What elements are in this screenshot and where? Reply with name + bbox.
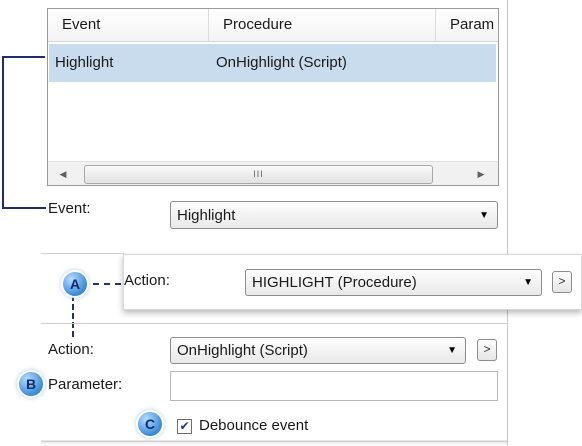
parameter-input[interactable] [170, 371, 498, 401]
action-callout-overlay: HIGHLIGHT (Procedure) ▼ > [123, 254, 582, 310]
dropdown-arrow-icon: ▼ [523, 277, 533, 288]
table-row[interactable]: Highlight OnHighlight (Script) [49, 44, 496, 82]
row-event-cell: Highlight [55, 54, 114, 71]
callout-a-leader-vertical [72, 295, 74, 337]
callout-a-leader-horizontal [93, 283, 121, 285]
callout-action-more-button[interactable]: > [552, 271, 572, 293]
checkmark-icon: ✔ [179, 419, 190, 433]
dropdown-arrow-icon: ▼ [447, 345, 457, 356]
connector-line-top [2, 56, 45, 58]
action-dropdown-value: OnHighlight (Script) [177, 342, 308, 359]
scroll-left-icon[interactable]: ◀ [56, 166, 70, 182]
callout-a-badge: A [63, 272, 87, 296]
dropdown-arrow-icon: ▼ [479, 210, 489, 221]
scroll-right-icon[interactable]: ▶ [474, 166, 488, 182]
row-procedure-cell: OnHighlight (Script) [216, 54, 347, 71]
column-header-event[interactable]: Event [48, 9, 209, 41]
section-divider [41, 323, 507, 324]
callout-action-dropdown[interactable]: HIGHLIGHT (Procedure) ▼ [245, 269, 542, 296]
section-divider [41, 253, 124, 254]
event-list-view[interactable]: Event Procedure Param Highlight OnHighli… [47, 8, 499, 186]
action-dropdown[interactable]: OnHighlight (Script) ▼ [170, 337, 466, 364]
callout-c-badge: C [138, 412, 162, 436]
callout-action-value: HIGHLIGHT (Procedure) [252, 274, 417, 291]
column-header-parameter[interactable]: Param [436, 9, 498, 41]
scrollbar-thumb[interactable]: III [84, 165, 433, 184]
parameter-label: Parameter: [48, 376, 123, 393]
list-header: Event Procedure Param [48, 9, 498, 42]
connector-line-vertical [2, 56, 4, 208]
callout-b-badge: B [19, 372, 43, 396]
event-label: Event: [48, 200, 91, 217]
action-label: Action: [48, 341, 94, 358]
callout-action-label: Action: [124, 272, 170, 289]
horizontal-scrollbar[interactable]: ◀ III ▶ [48, 161, 498, 185]
column-header-procedure[interactable]: Procedure [209, 9, 436, 41]
debounce-checkbox[interactable]: ✔ [177, 419, 192, 434]
event-dropdown[interactable]: Highlight ▼ [170, 201, 498, 229]
action-more-button[interactable]: > [477, 339, 497, 361]
event-dropdown-value: Highlight [177, 207, 236, 224]
debounce-label[interactable]: Debounce event [199, 417, 308, 434]
panel-bottom-divider [41, 441, 507, 442]
connector-line-bottom [2, 207, 46, 209]
